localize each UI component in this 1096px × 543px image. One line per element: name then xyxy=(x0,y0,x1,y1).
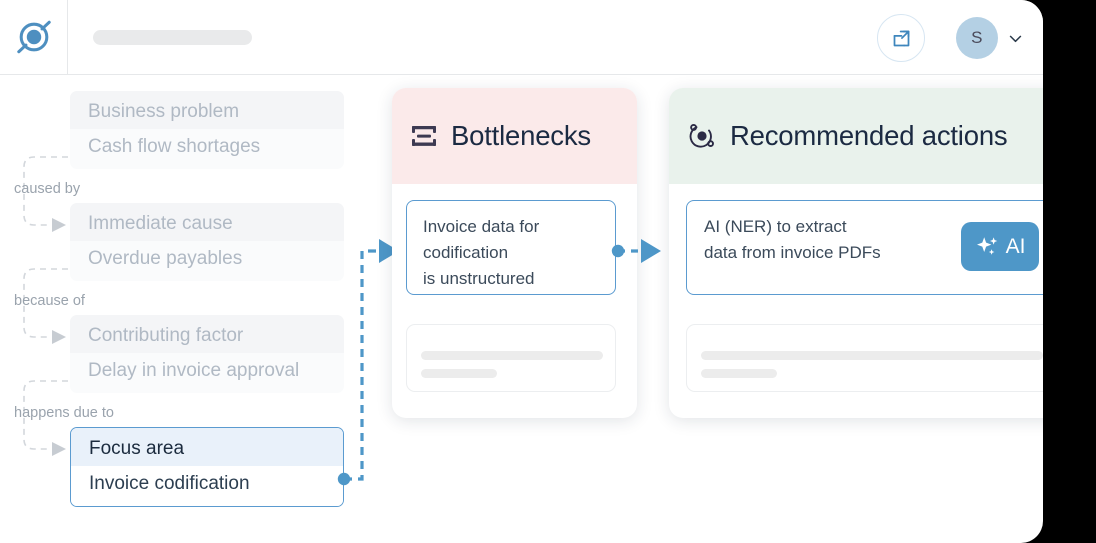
avatar[interactable]: S xyxy=(956,17,998,59)
bottleneck-funnel-icon xyxy=(410,122,438,150)
bottleneck-item-line: codification xyxy=(423,242,509,262)
panel-bottlenecks: Bottlenecks Invoice data for codificatio… xyxy=(392,88,637,418)
ai-badge-label: AI xyxy=(1005,234,1026,258)
sparkle-icon xyxy=(975,234,1001,260)
tree-node-type: Focus area xyxy=(71,428,343,466)
panel-bottlenecks-header: Bottlenecks xyxy=(392,88,637,184)
tree-node-contributing-factor[interactable]: Contributing factor Delay in invoice app… xyxy=(70,315,344,393)
bottleneck-skeleton-card xyxy=(406,324,616,392)
tree-node-value: Invoice codification xyxy=(71,466,343,506)
app-logo-icon xyxy=(15,18,53,56)
skeleton-bar xyxy=(701,369,777,378)
ai-badge[interactable]: AI xyxy=(961,222,1039,271)
skeleton-bar xyxy=(421,351,603,360)
bottleneck-item-line: is unstructured xyxy=(423,268,535,288)
panel-actions-title: Recommended actions xyxy=(730,120,1008,151)
logo-cell[interactable] xyxy=(0,0,68,74)
search-input[interactable] xyxy=(93,30,252,45)
tree-node-type: Business problem xyxy=(70,91,344,129)
app-surface: S Business problem Cash flow shortages c… xyxy=(0,0,1043,543)
tree-relation-label: because of xyxy=(14,293,85,309)
top-bar: S xyxy=(0,0,1043,75)
tree-node-value: Overdue payables xyxy=(70,241,344,281)
action-skeleton-card xyxy=(686,324,1043,392)
skeleton-bar xyxy=(701,351,1043,360)
account-menu-button[interactable] xyxy=(1005,28,1025,48)
cause-tree: Business problem Cash flow shortages cau… xyxy=(0,75,380,543)
tree-node-value: Cash flow shortages xyxy=(70,129,344,169)
panel-recommended-actions: Recommended actions AI (NER) to extract … xyxy=(669,88,1043,418)
recommended-action-line: data from invoice PDFs xyxy=(704,242,881,262)
panel-actions-header: Recommended actions xyxy=(669,88,1043,184)
tree-node-immediate-cause[interactable]: Immediate cause Overdue payables xyxy=(70,203,344,281)
panel-bottlenecks-title: Bottlenecks xyxy=(451,120,591,151)
tree-node-business-problem[interactable]: Business problem Cash flow shortages xyxy=(70,91,344,169)
tree-node-type: Immediate cause xyxy=(70,203,344,241)
recommended-action-card[interactable]: AI (NER) to extract data from invoice PD… xyxy=(686,200,1043,295)
recommended-action-line: AI (NER) to extract xyxy=(704,217,847,236)
tree-node-focus-area[interactable]: Focus area Invoice codification xyxy=(70,427,344,507)
external-link-icon xyxy=(891,28,912,49)
bottleneck-item-line: Invoice data for xyxy=(423,217,540,236)
tree-node-type: Contributing factor xyxy=(70,315,344,353)
bottleneck-item-card[interactable]: Invoice data for codification is unstruc… xyxy=(406,200,616,295)
tree-relation-label: happens due to xyxy=(14,405,114,421)
share-button[interactable] xyxy=(877,14,925,62)
chevron-down-icon xyxy=(1007,30,1024,47)
skeleton-bar xyxy=(421,369,497,378)
avatar-initial: S xyxy=(971,28,983,47)
atom-orbit-icon xyxy=(687,121,717,151)
tree-node-value: Delay in invoice approval xyxy=(70,353,344,393)
tree-relation-label: caused by xyxy=(14,181,81,197)
